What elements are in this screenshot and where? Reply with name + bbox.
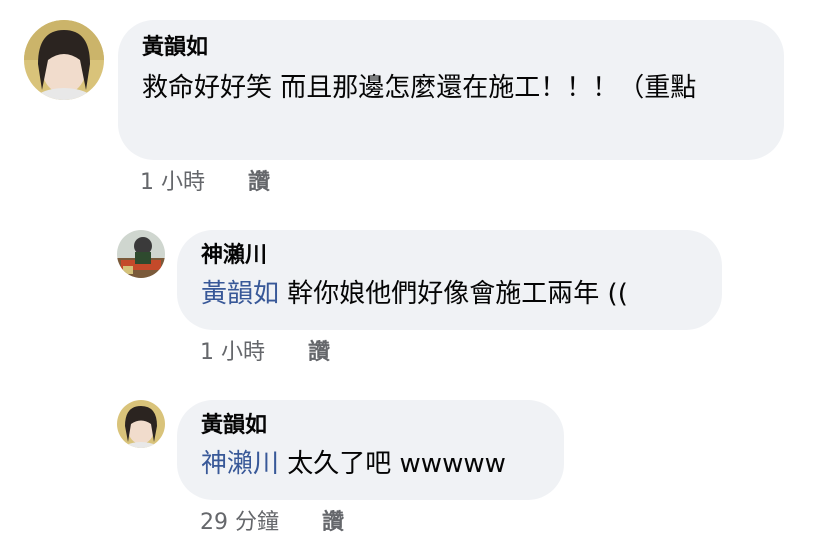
comment-timestamp[interactable]: 29 分鐘 <box>200 508 279 538</box>
comment-timestamp[interactable]: 1 小時 <box>140 168 205 198</box>
comment-bubble: 黃韻如 救命好好笑 而且那邊怎麼還在施工！！！（重點 <box>118 20 784 160</box>
comment-meta: 1 小時 讚 <box>200 338 330 368</box>
user-photo-icon <box>117 230 165 278</box>
comment-timestamp[interactable]: 1 小時 <box>200 338 265 368</box>
avatar[interactable] <box>24 20 104 100</box>
like-button[interactable]: 讚 <box>248 168 270 198</box>
comment-thread: 黃韻如 救命好好笑 而且那邊怎麼還在施工！！！（重點 1 小時 讚 神瀨川 黃韻… <box>0 0 828 550</box>
avatar[interactable] <box>117 400 165 448</box>
comment-author[interactable]: 黃韻如 <box>142 34 758 62</box>
comment-meta: 1 小時 讚 <box>140 168 270 198</box>
user-photo-icon <box>117 400 165 448</box>
mention-link[interactable]: 黃韻如 <box>201 279 279 309</box>
comment-text: 太久了吧 wwwww <box>287 449 506 479</box>
comment-bubble: 黃韻如 神瀨川 太久了吧 wwwww <box>177 400 564 500</box>
comment-meta: 29 分鐘 讚 <box>200 508 344 538</box>
like-button[interactable]: 讚 <box>322 508 344 538</box>
comment-text: 幹你娘他們好像會施工兩年 (( <box>287 279 628 309</box>
comment-author[interactable]: 黃韻如 <box>201 412 540 440</box>
comment-author[interactable]: 神瀨川 <box>201 242 698 270</box>
like-button[interactable]: 讚 <box>308 338 330 368</box>
user-photo-icon <box>24 20 104 100</box>
comment-bubble: 神瀨川 黃韻如 幹你娘他們好像會施工兩年 (( <box>177 230 722 330</box>
comment-text: 救命好好笑 而且那邊怎麼還在施工！！！（重點 <box>142 73 697 103</box>
comment-text-line: 黃韻如 幹你娘他們好像會施工兩年 (( <box>201 274 698 314</box>
mention-link[interactable]: 神瀨川 <box>201 449 279 479</box>
comment-text-line: 神瀨川 太久了吧 wwwww <box>201 444 540 484</box>
avatar[interactable] <box>117 230 165 278</box>
